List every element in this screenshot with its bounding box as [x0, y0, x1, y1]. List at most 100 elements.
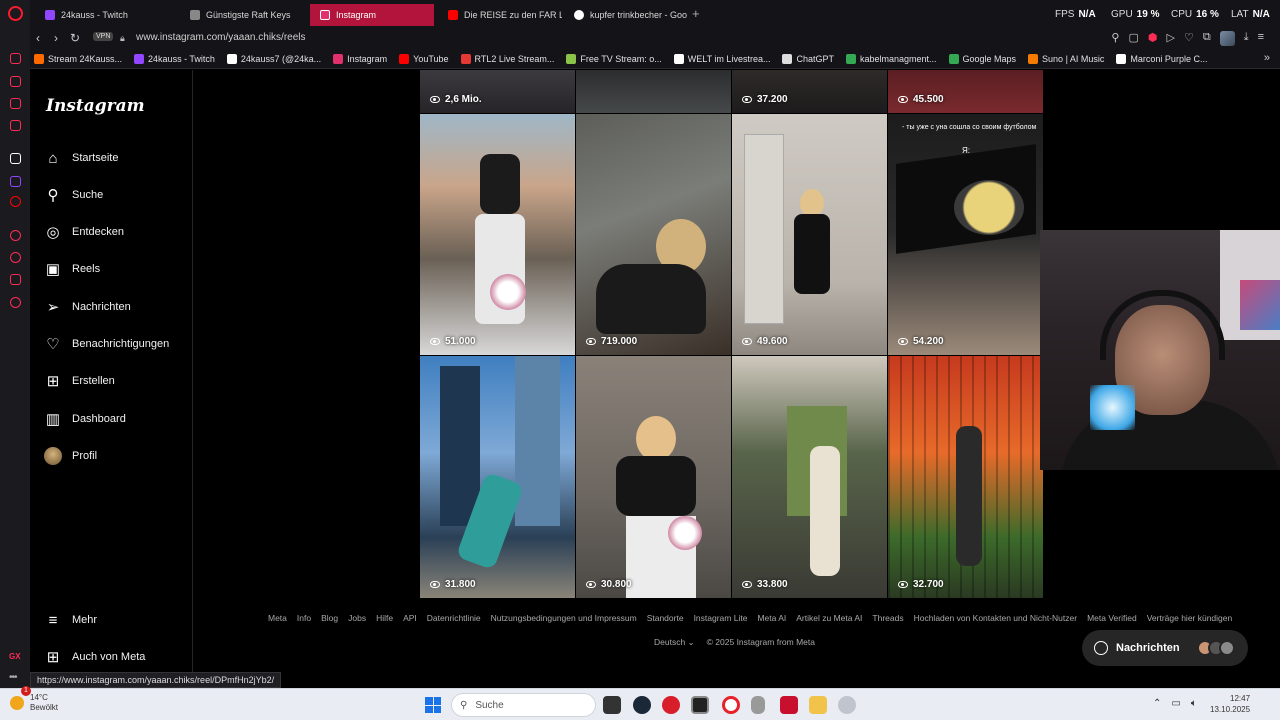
bookmark-item[interactable]: WELT im Livestrea... [673, 53, 770, 64]
favorite-heart-icon[interactable]: ♡ [1184, 31, 1194, 46]
news-icon[interactable] [10, 120, 21, 131]
footer-link[interactable]: Threads [872, 613, 903, 623]
shield-icon[interactable]: ⬢ [1148, 31, 1158, 46]
tab-twitch[interactable]: 24kauss - Twitch [35, 4, 175, 26]
tray-chevron-icon[interactable]: ⌃ [1153, 698, 1161, 709]
pin-icon[interactable]: ⚲ [1111, 31, 1119, 46]
obs-app-icon[interactable] [691, 696, 709, 714]
play-icon[interactable]: ▷ [1167, 31, 1175, 46]
clock[interactable]: 12:47 13.10.2025 [1210, 693, 1250, 715]
tab-google[interactable]: kupfer trinkbecher - Goo [564, 4, 688, 26]
weather-widget[interactable]: 14°C Bewölkt [10, 693, 58, 713]
player-icon[interactable] [10, 230, 21, 241]
volume-icon[interactable]: 🔈︎ [1191, 698, 1197, 709]
nav-nachrichten[interactable]: ➢ Nachrichten [44, 295, 184, 319]
reel-tile[interactable]: 2,6 Mio. [420, 70, 575, 113]
back-icon[interactable]: ‹ [36, 31, 40, 45]
bookmark-item[interactable]: kabelmanagment... [845, 53, 937, 64]
footer-link[interactable]: Meta [268, 613, 287, 623]
settings-icon[interactable] [10, 297, 21, 308]
bookmark-item[interactable]: Google Maps [948, 53, 1016, 64]
nav-reels[interactable]: ▣ Reels [44, 257, 184, 281]
mouse-app-icon[interactable] [751, 696, 765, 714]
extensions-icon[interactable]: ⧉ [1203, 31, 1211, 46]
cube-icon[interactable] [10, 274, 21, 285]
messages-button[interactable]: Nachrichten [1082, 630, 1248, 666]
vpn-badge[interactable]: VPN [93, 32, 114, 41]
nav-suche[interactable]: ⚲ Suche [44, 183, 184, 207]
file-explorer-icon[interactable] [809, 696, 827, 714]
footer-link[interactable]: Artikel zu Meta AI [796, 613, 862, 623]
mod-icon[interactable] [10, 76, 21, 87]
reel-tile[interactable]: 32.700 [888, 356, 1043, 598]
tab-raft-keys[interactable]: Günstigste Raft Keys [180, 4, 305, 26]
bookmark-item[interactable]: RTL2 Live Stream... [460, 53, 554, 64]
lock-icon[interactable]: 🔒︎ [120, 33, 125, 44]
tab-youtube[interactable]: Die REISE zu den FAR LA [438, 4, 562, 26]
bookmark-item[interactable]: YouTube [399, 53, 449, 64]
reel-tile[interactable]: 37.200 [732, 70, 887, 113]
reel-tile[interactable]: 30.800 [576, 356, 731, 598]
download-icon[interactable]: ⤓ [1244, 31, 1249, 46]
steam-icon[interactable] [633, 696, 651, 714]
twitch-icon[interactable] [10, 176, 21, 187]
reel-tile[interactable]: - ты уже с уна сошла со своим футболом Я… [888, 114, 1043, 355]
menu-icon[interactable]: ≡ [1258, 31, 1264, 46]
reel-tile[interactable]: 49.600 [732, 114, 887, 355]
history-icon[interactable] [10, 252, 21, 263]
network-icon[interactable]: ▭ [1171, 698, 1180, 709]
nav-more[interactable]: ≡ Mehr [44, 608, 184, 632]
new-tab-icon[interactable]: + [692, 6, 700, 21]
footer-link[interactable]: Meta Verified [1087, 613, 1137, 623]
reel-tile[interactable]: 33.800 [732, 356, 887, 598]
bookmark-item[interactable]: 24kauss - Twitch [134, 53, 215, 64]
taskbar-search[interactable]: ⚲ Suche [451, 693, 596, 717]
reel-tile[interactable]: 51.000 [420, 114, 575, 355]
footer-link[interactable]: Standorte [647, 613, 684, 623]
footer-link[interactable]: Hochladen von Kontakten und Nicht-Nutzer [914, 613, 1077, 623]
opera-logo-icon[interactable] [8, 6, 23, 21]
aria-icon[interactable] [10, 153, 21, 164]
snapshot-icon[interactable]: ▢ [1128, 31, 1138, 46]
settings-app-icon[interactable] [838, 696, 856, 714]
tab-instagram[interactable]: Instagram [310, 4, 434, 26]
opera-icon[interactable] [722, 696, 740, 714]
gx-cleaner-icon[interactable] [10, 98, 21, 109]
reel-tile[interactable]: 719.000 [576, 114, 731, 355]
media-app-icon[interactable] [780, 696, 798, 714]
opera-gx-icon[interactable] [662, 696, 680, 714]
footer-link[interactable]: API [403, 613, 417, 623]
nav-entdecken[interactable]: ◎ Entdecken [44, 220, 184, 244]
footer-link[interactable]: Meta AI [757, 613, 786, 623]
footer-link[interactable]: Verträge hier kündigen [1147, 613, 1233, 623]
nav-benachrichtigungen[interactable]: ♡ Benachrichtigungen [44, 332, 184, 356]
language-select[interactable]: Deutsch ⌄ [654, 637, 695, 648]
forward-icon[interactable]: › [54, 31, 58, 45]
reload-icon[interactable]: ↻ [70, 31, 80, 45]
nav-dashboard[interactable]: ▥ Dashboard [44, 407, 184, 431]
url-field[interactable]: www.instagram.com/yaaan.chiks/reels [136, 32, 306, 43]
footer-link[interactable]: Nutzungsbedingungen und Impressum [491, 613, 637, 623]
bookmark-item[interactable]: ChatGPT [782, 53, 834, 64]
bookmark-item[interactable]: Stream 24Kauss... [34, 53, 122, 64]
reel-tile[interactable] [576, 70, 731, 113]
more-dots-icon[interactable]: ••• [9, 672, 17, 683]
bookmark-item[interactable]: 24kauss7 (@24ka... [226, 53, 321, 64]
bookmarks-overflow-icon[interactable]: » [1264, 52, 1270, 64]
nav-profil[interactable]: Profil [44, 444, 184, 468]
reel-tile[interactable]: 31.800 [420, 356, 575, 598]
task-view-icon[interactable] [603, 696, 621, 714]
bookmark-item[interactable]: Marconi Purple C... [1116, 53, 1207, 64]
footer-link[interactable]: Jobs [348, 613, 366, 623]
nav-also-from-meta[interactable]: ⊞ Auch von Meta [44, 645, 184, 669]
footer-link[interactable]: Blog [321, 613, 338, 623]
bookmark-item[interactable]: Free TV Stream: o... [566, 53, 662, 64]
bookmark-item[interactable]: Suno | AI Music [1028, 53, 1104, 64]
footer-link[interactable]: Instagram Lite [694, 613, 748, 623]
profile-avatar-icon[interactable] [1219, 31, 1235, 46]
nav-erstellen[interactable]: ⊞ Erstellen [44, 369, 184, 393]
footer-link[interactable]: Hilfe [376, 613, 393, 623]
instagram-logo[interactable]: Instagram [46, 96, 145, 116]
bookmark-item[interactable]: Instagram [333, 53, 387, 64]
gx-corner-icon[interactable] [10, 53, 21, 64]
